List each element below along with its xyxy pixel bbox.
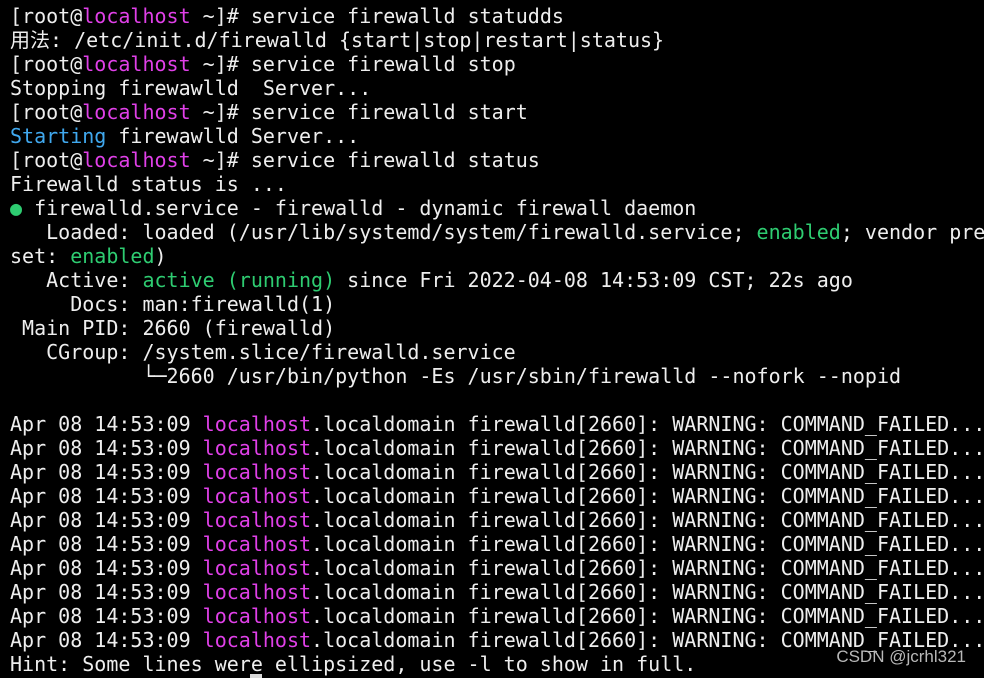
log-message: .localdomain firewalld[2660]: WARNING: C… [311, 556, 984, 580]
output-text: └─2660 /usr/bin/python -Es /usr/sbin/fir… [10, 364, 902, 388]
wrap-prefix: set: [10, 244, 71, 268]
output-line: 用法: /etc/init.d/firewalld {start|stop|re… [10, 28, 984, 52]
prompt-line: [root@localhost ~]# service firewalld st… [10, 100, 984, 124]
log-timestamp: Apr 08 14:53:09 [10, 532, 203, 556]
log-message: .localdomain firewalld[2660]: WARNING: C… [311, 580, 984, 604]
prompt-command: ~]# service firewalld start [190, 100, 528, 124]
log-hostname: localhost [202, 484, 312, 508]
log-hostname: localhost [202, 436, 312, 460]
output-line: └─2660 /usr/bin/python -Es /usr/sbin/fir… [10, 364, 984, 388]
log-message: .localdomain firewalld[2660]: WARNING: C… [311, 436, 984, 460]
output-line: ● firewalld.service - firewalld - dynami… [10, 196, 984, 220]
log-timestamp: Apr 08 14:53:09 [10, 604, 203, 628]
log-message: .localdomain firewalld[2660]: WARNING: C… [311, 508, 984, 532]
log-message: .localdomain firewalld[2660]: WARNING: C… [311, 460, 984, 484]
log-hostname: localhost [202, 532, 312, 556]
starting-label: Starting [10, 124, 107, 148]
log-line: Apr 08 14:53:09 localhost.localdomain fi… [10, 532, 984, 556]
log-timestamp: Apr 08 14:53:09 [10, 628, 203, 652]
wrap-suffix: ) [154, 244, 167, 268]
prompt-hostname: localhost [82, 52, 191, 76]
prompt-hostname: localhost [82, 148, 191, 172]
output-line: Loaded: loaded (/usr/lib/systemd/system/… [10, 220, 984, 244]
log-line: Apr 08 14:53:09 localhost.localdomain fi… [10, 580, 984, 604]
output-text: 用法: /etc/init.d/firewalld {start|stop|re… [10, 28, 665, 52]
log-line: Apr 08 14:53:09 localhost.localdomain fi… [10, 556, 984, 580]
log-line: Apr 08 14:53:09 localhost.localdomain fi… [10, 484, 984, 508]
log-hostname: localhost [202, 460, 312, 484]
output-text: CGroup: /system.slice/firewalld.service [10, 340, 516, 364]
log-timestamp: Apr 08 14:53:09 [10, 412, 203, 436]
prompt-prefix: [root@ [10, 52, 83, 76]
log-hostname: localhost [202, 508, 312, 532]
output-line: CGroup: /system.slice/firewalld.service [10, 340, 984, 364]
active-since: since Fri 2022-04-08 14:53:09 CST; 22s a… [335, 268, 853, 292]
output-line: Starting firewawlld Server... [10, 124, 984, 148]
output-line: Firewalld status is ... [10, 172, 984, 196]
output-line: Active: active (running) since Fri 2022-… [10, 268, 984, 292]
terminal-window[interactable]: [root@localhost ~]# service firewalld st… [0, 0, 984, 678]
output-line: Docs: man:firewalld(1) [10, 292, 984, 316]
enabled-status: enabled [756, 220, 841, 244]
log-timestamp: Apr 08 14:53:09 [10, 460, 203, 484]
log-message: .localdomain firewalld[2660]: WARNING: C… [311, 412, 984, 436]
log-message: .localdomain firewalld[2660]: WARNING: C… [311, 484, 984, 508]
loaded-label: Loaded: loaded (/usr/lib/systemd/system/… [10, 220, 757, 244]
log-timestamp: Apr 08 14:53:09 [10, 556, 203, 580]
prompt-line: [root@localhost ~]# service firewalld st… [10, 4, 984, 28]
log-line: Apr 08 14:53:09 localhost.localdomain fi… [10, 508, 984, 532]
output-text: Docs: man:firewalld(1) [10, 292, 336, 316]
log-line: Apr 08 14:53:09 localhost.localdomain fi… [10, 604, 984, 628]
terminal-output: [root@localhost ~]# service firewalld st… [10, 4, 984, 676]
prompt-line: [root@localhost ~]# service firewalld st… [10, 52, 984, 76]
enabled-status: enabled [70, 244, 155, 268]
log-hostname: localhost [202, 412, 312, 436]
output-line: set: enabled) [10, 244, 984, 268]
log-hostname: localhost [202, 556, 312, 580]
output-line: Stopping firewawlld Server... [10, 76, 984, 100]
output-text: Firewalld status is ... [10, 172, 287, 196]
prompt-command: ~]# service firewalld stop [190, 52, 516, 76]
log-timestamp: Apr 08 14:53:09 [10, 508, 203, 532]
prompt-prefix: [root@ [10, 100, 83, 124]
log-message: .localdomain firewalld[2660]: WARNING: C… [311, 604, 984, 628]
watermark: CSDN @jcrhl321 [836, 647, 966, 666]
status-dot-icon: ● [10, 196, 23, 220]
log-line: Apr 08 14:53:09 localhost.localdomain fi… [10, 460, 984, 484]
output-text: Hint: Some lines were ellipsized, use -l… [10, 652, 697, 676]
active-label: Active: [10, 268, 143, 292]
prompt-prefix: [root@ [10, 4, 83, 28]
log-timestamp: Apr 08 14:53:09 [10, 436, 203, 460]
loaded-suffix: ; vendor pre [840, 220, 984, 244]
prompt-hostname: localhost [82, 100, 191, 124]
log-timestamp: Apr 08 14:53:09 [10, 484, 203, 508]
active-state: active (running) [142, 268, 336, 292]
log-hostname: localhost [202, 580, 312, 604]
log-line: Apr 08 14:53:09 localhost.localdomain fi… [10, 412, 984, 436]
text-cursor [250, 674, 262, 678]
log-timestamp: Apr 08 14:53:09 [10, 580, 203, 604]
prompt-command: ~]# service firewalld statudds [190, 4, 564, 28]
output-text: Stopping firewawlld Server... [10, 76, 372, 100]
output-text: Main PID: 2660 (firewalld) [10, 316, 336, 340]
output-text: firewawlld Server... [106, 124, 360, 148]
log-line: Apr 08 14:53:09 localhost.localdomain fi… [10, 436, 984, 460]
log-hostname: localhost [202, 604, 312, 628]
prompt-command: ~]# service firewalld status [190, 148, 540, 172]
service-title: firewalld.service - firewalld - dynamic … [22, 196, 697, 220]
log-message: .localdomain firewalld[2660]: WARNING: C… [311, 532, 984, 556]
output-line: Main PID: 2660 (firewalld) [10, 316, 984, 340]
prompt-prefix: [root@ [10, 148, 83, 172]
prompt-line: [root@localhost ~]# service firewalld st… [10, 148, 984, 172]
prompt-hostname: localhost [82, 4, 191, 28]
log-hostname: localhost [202, 628, 312, 652]
